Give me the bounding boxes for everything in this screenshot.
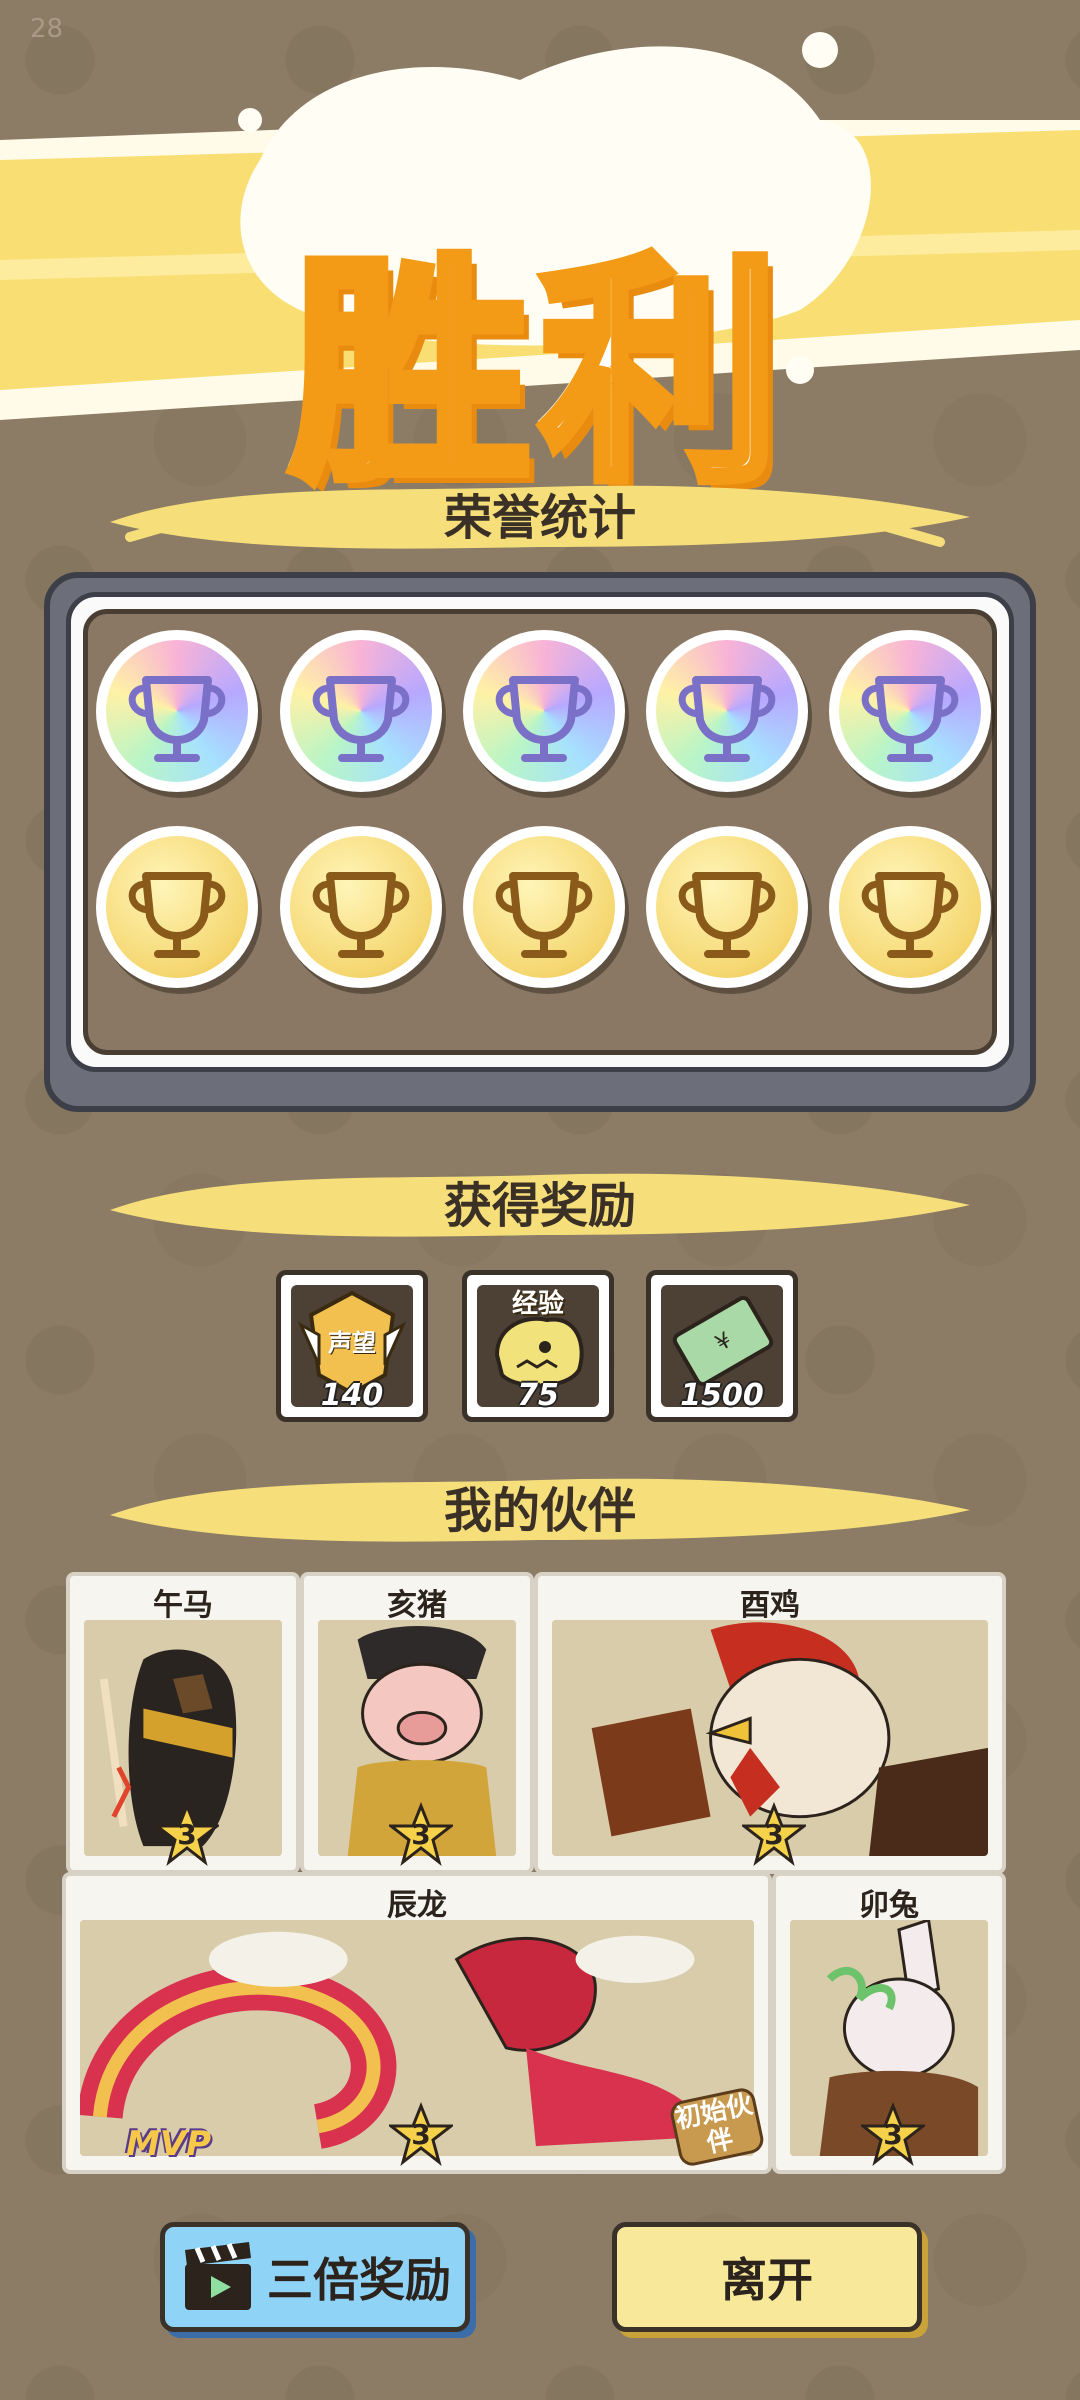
partner-card-horse[interactable]: 午马 3 [66,1572,300,1874]
victory-banner: 胜利 [0,32,1080,519]
partner-card-rabbit[interactable]: 卯兔 3 [772,1872,1006,2174]
star-count: 3 [177,1818,197,1851]
partner-card-dragon[interactable]: 辰龙 MVP 初始伙伴 3 [62,1872,772,2174]
gold-trophy-icon [463,826,625,988]
partner-name: 卯兔 [859,1888,919,1923]
star-count: 3 [411,1818,431,1851]
gold-trophy-icon [96,826,258,988]
reward-reputation[interactable]: 声望 140 [276,1270,428,1422]
partner-name: 亥猪 [387,1588,447,1623]
rainbow-trophy-icon [829,630,991,792]
reward-amount: 140 [320,1378,384,1413]
rainbow-trophy-icon [280,630,442,792]
star-count: 3 [411,2118,431,2151]
partner-card-rooster[interactable]: 酉鸡 3 [534,1572,1006,1874]
leave-button[interactable]: 离开 [612,2222,922,2332]
gold-trophy-icon [280,826,442,988]
gold-trophy-icon [829,826,991,988]
triple-reward-button[interactable]: 三倍奖励 [160,2222,470,2332]
section-title-honor: 荣誉统计 [443,490,636,546]
star-rank: 3 [858,2101,928,2166]
reward-amount: 75 [517,1378,559,1413]
rainbow-trophy-icon [463,630,625,792]
section-title-rewards: 获得奖励 [443,1178,636,1234]
star-rank: 3 [386,1801,456,1866]
gold-trophy-icon [646,826,808,988]
leave-label: 离开 [721,2253,813,2307]
reward-amount: 1500 [680,1378,764,1413]
partner-name: 辰龙 [387,1888,447,1923]
star-rank: 3 [386,2101,456,2166]
star-rank: 3 [739,1801,809,1866]
clapperboard-video-icon [185,2242,251,2310]
partner-name: 午马 [153,1588,213,1623]
rainbow-trophy-icon [96,630,258,792]
partner-name: 酉鸡 [740,1588,800,1623]
section-title-partners: 我的伙伴 [443,1483,636,1539]
rainbow-trophy-icon [646,630,808,792]
reward-money[interactable]: ¥ 1500 [646,1270,798,1422]
section-header-rewards: 获得奖励 [100,1150,980,1250]
reward-experience[interactable]: 经验 75 [462,1270,614,1422]
star-count: 3 [764,1818,784,1851]
reward-badge-text: 声望 [328,1329,376,1357]
mvp-badge: MVP [126,2124,212,2164]
star-count: 3 [883,2118,903,2151]
section-header-partners: 我的伙伴 [100,1455,980,1555]
triple-reward-label: 三倍奖励 [267,2253,451,2307]
reward-badge-text: 经验 [511,1289,564,1319]
section-header-honor: 荣誉统计 [100,462,980,562]
star-rank: 3 [152,1801,222,1866]
partner-card-pig[interactable]: 亥猪 3 [300,1572,534,1874]
